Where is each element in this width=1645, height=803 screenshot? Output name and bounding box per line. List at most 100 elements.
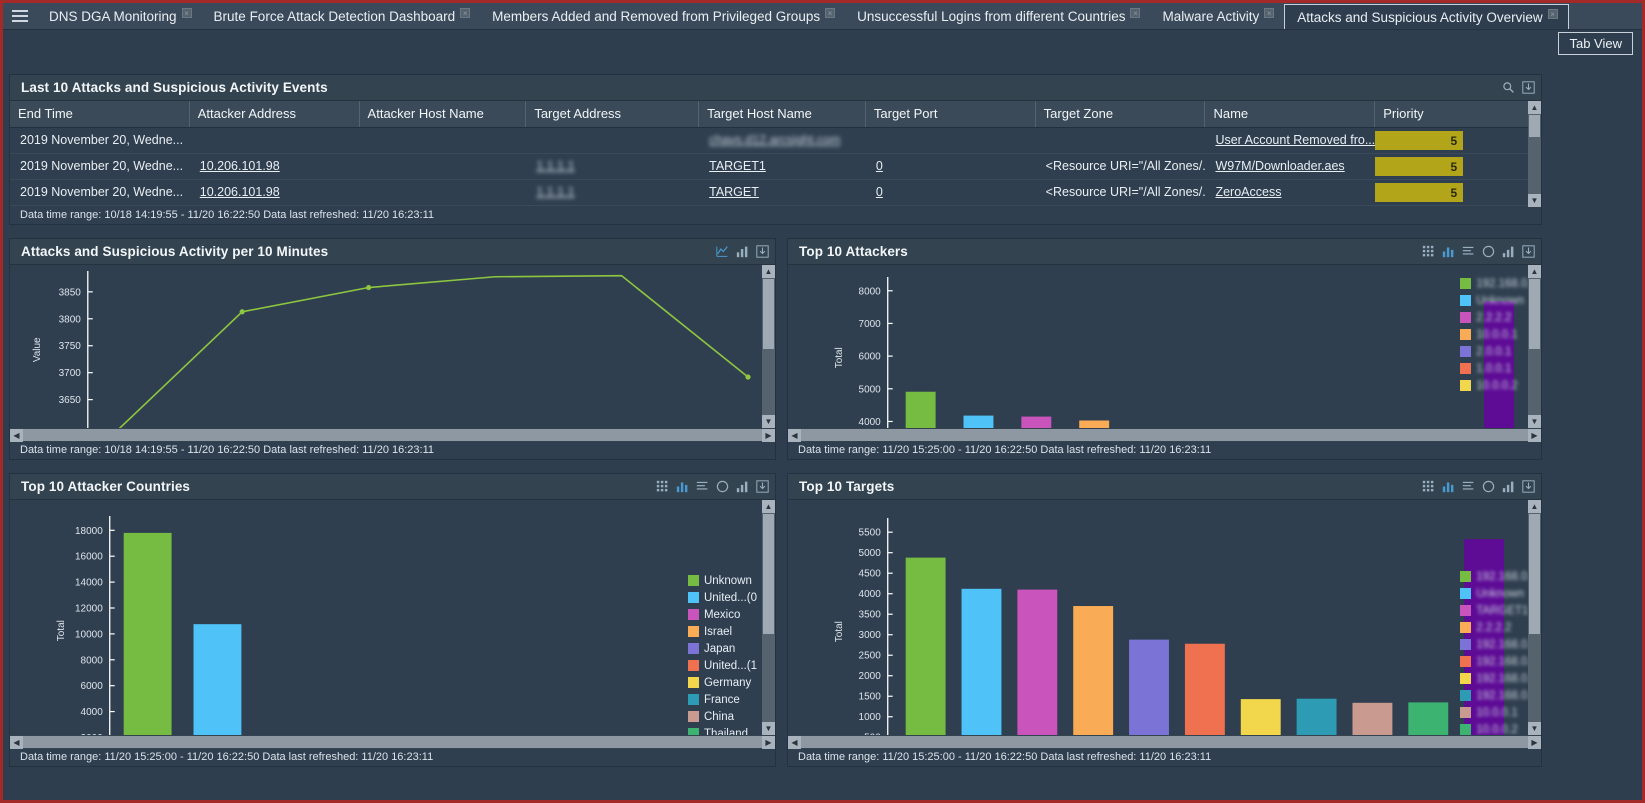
scroll-right-arrow[interactable]: ▶ <box>1528 429 1541 442</box>
bar-3[interactable] <box>1073 606 1113 741</box>
pie-chart-icon[interactable] <box>716 480 729 493</box>
legend-item-5[interactable]: United...(1 <box>688 657 757 674</box>
legend-item-4[interactable]: 192.168.0.2 <box>1460 636 1537 653</box>
attackers-vertical-scrollbar[interactable]: ▲ ▼ <box>1528 265 1541 442</box>
legend-item-0[interactable]: Unknown <box>688 572 757 589</box>
export-icon[interactable] <box>1522 480 1535 493</box>
scroll-left-arrow[interactable]: ◀ <box>10 736 23 749</box>
scroll-down-arrow[interactable]: ▼ <box>1528 194 1541 207</box>
link[interactable]: 1.1.1.1 <box>536 159 574 173</box>
tab-1[interactable]: Brute Force Attack Detection Dashboard× <box>202 3 481 29</box>
scroll-left-arrow[interactable]: ◀ <box>788 429 801 442</box>
link[interactable]: 1.1.1.1 <box>536 185 574 199</box>
tab-close-icon[interactable]: × <box>825 8 835 18</box>
legend-item-3[interactable]: 10.0.0.1 <box>1460 326 1537 343</box>
scroll-thumb[interactable] <box>1529 514 1540 634</box>
legend-item-3[interactable]: 2.2.2.2 <box>1460 619 1537 636</box>
link[interactable]: TARGET <box>709 185 759 199</box>
tab-close-icon[interactable]: × <box>460 8 470 18</box>
legend-item-6[interactable]: 192.168.0.4 <box>1460 670 1537 687</box>
scroll-thumb[interactable] <box>801 736 1528 748</box>
link[interactable]: 0 <box>876 159 883 173</box>
legend-item-1[interactable]: Unknown <box>1460 585 1537 602</box>
link[interactable]: 0 <box>876 185 883 199</box>
export-icon[interactable] <box>756 480 769 493</box>
tab-view-button[interactable]: Tab View <box>1558 32 1633 55</box>
column-header-1[interactable]: Attacker Address <box>190 101 360 127</box>
hamburger-menu-icon[interactable] <box>3 3 37 29</box>
pie-chart-icon[interactable] <box>1482 245 1495 258</box>
scroll-thumb[interactable] <box>763 514 774 634</box>
scroll-up-arrow[interactable]: ▲ <box>1528 500 1541 513</box>
tab-5[interactable]: Attacks and Suspicious Activity Overview… <box>1284 4 1568 29</box>
tab-2[interactable]: Members Added and Removed from Privilege… <box>480 3 845 29</box>
scroll-down-arrow[interactable]: ▼ <box>762 415 775 428</box>
link[interactable]: 10.206.101.98 <box>200 185 280 199</box>
table-row[interactable]: 2019 November 20, Wedne...10.206.101.981… <box>10 154 1541 180</box>
bar-1[interactable] <box>962 589 1002 742</box>
column-header-6[interactable]: Target Zone <box>1036 101 1206 127</box>
bar-chart-icon[interactable] <box>1442 245 1455 258</box>
scroll-up-arrow[interactable]: ▲ <box>1528 265 1541 278</box>
scroll-thumb[interactable] <box>1529 115 1540 137</box>
column-chart-icon[interactable] <box>736 480 749 493</box>
bar-4[interactable] <box>1129 640 1169 742</box>
scroll-right-arrow[interactable]: ▶ <box>1528 736 1541 749</box>
bar-0[interactable] <box>906 558 946 742</box>
tab-0[interactable]: DNS DGA Monitoring× <box>37 3 202 29</box>
bar-2[interactable] <box>1017 590 1057 742</box>
tab-close-icon[interactable]: × <box>1264 8 1274 18</box>
column-header-5[interactable]: Target Port <box>866 101 1036 127</box>
scroll-thumb[interactable] <box>1529 279 1540 349</box>
legend-item-2[interactable]: 2.2.2.2 <box>1460 309 1537 326</box>
countries-horizontal-scrollbar[interactable]: ◀ ▶ <box>10 735 775 749</box>
scroll-thumb[interactable] <box>801 429 1528 441</box>
scroll-up-arrow[interactable]: ▲ <box>1528 101 1541 114</box>
targets-vertical-scrollbar[interactable]: ▲ ▼ <box>1528 500 1541 749</box>
legend-item-7[interactable]: 192.168.0.5 <box>1460 687 1537 704</box>
tab-close-icon[interactable]: × <box>1548 9 1558 19</box>
targets-horizontal-scrollbar[interactable]: ◀ ▶ <box>788 735 1541 749</box>
column-header-0[interactable]: End Time <box>10 101 190 127</box>
countries-vertical-scrollbar[interactable]: ▲ ▼ <box>762 500 775 749</box>
bar-1[interactable] <box>194 624 242 741</box>
table-row[interactable]: 2019 November 20, Wedne...10.206.101.981… <box>10 180 1541 206</box>
list-icon[interactable] <box>1462 245 1475 258</box>
tab-close-icon[interactable]: × <box>182 8 192 18</box>
legend-item-0[interactable]: 192.168.0.1 <box>1460 568 1537 585</box>
export-icon[interactable] <box>756 245 769 258</box>
activity-vertical-scrollbar[interactable]: ▲ ▼ <box>762 265 775 442</box>
legend-item-8[interactable]: China <box>688 708 757 725</box>
link[interactable]: ZeroAccess <box>1215 185 1281 199</box>
legend-item-4[interactable]: 2.0.0.1 <box>1460 343 1537 360</box>
scroll-up-arrow[interactable]: ▲ <box>762 500 775 513</box>
attackers-bar-chart[interactable]: 80007000600050004000Total <box>788 265 1541 442</box>
data-point[interactable] <box>745 374 750 379</box>
legend-item-2[interactable]: Mexico <box>688 606 757 623</box>
grid-icon[interactable] <box>1422 245 1435 258</box>
pie-chart-icon[interactable] <box>1482 480 1495 493</box>
bar-chart-icon[interactable] <box>736 245 749 258</box>
scroll-right-arrow[interactable]: ▶ <box>762 736 775 749</box>
tab-4[interactable]: Malware Activity× <box>1150 3 1284 29</box>
tab-3[interactable]: Unsuccessful Logins from different Count… <box>845 3 1150 29</box>
link[interactable]: W97M/Downloader.aes <box>1215 159 1344 173</box>
scroll-up-arrow[interactable]: ▲ <box>762 265 775 278</box>
scroll-thumb[interactable] <box>763 279 774 349</box>
column-header-4[interactable]: Target Host Name <box>699 101 866 127</box>
legend-item-3[interactable]: Israel <box>688 623 757 640</box>
legend-item-5[interactable]: 1.0.0.1 <box>1460 360 1537 377</box>
link[interactable]: 10.206.101.98 <box>200 159 280 173</box>
scroll-thumb[interactable] <box>23 429 762 441</box>
bar-0[interactable] <box>124 533 172 741</box>
data-point[interactable] <box>240 309 245 314</box>
link[interactable]: User Account Removed fro... <box>1215 133 1375 147</box>
bar-5[interactable] <box>1185 644 1225 742</box>
legend-item-6[interactable]: 10.0.0.2 <box>1460 377 1537 394</box>
legend-item-4[interactable]: Japan <box>688 640 757 657</box>
export-icon[interactable] <box>1522 81 1535 94</box>
legend-item-7[interactable]: France <box>688 691 757 708</box>
scroll-left-arrow[interactable]: ◀ <box>10 429 23 442</box>
bar-chart-icon[interactable] <box>676 480 689 493</box>
legend-item-1[interactable]: United...(0 <box>688 589 757 606</box>
